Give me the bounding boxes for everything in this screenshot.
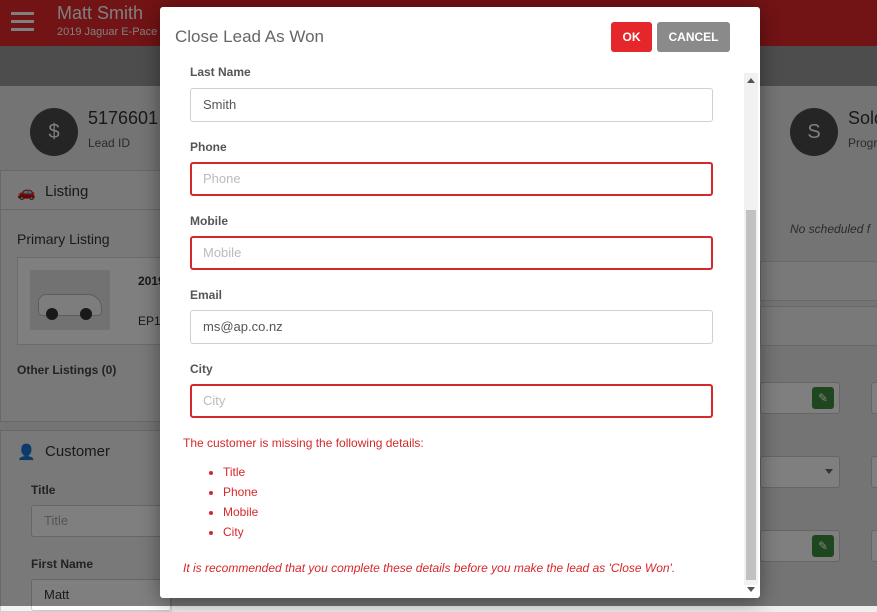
cancel-button[interactable]: CANCEL xyxy=(657,22,730,52)
missing-item: Phone xyxy=(223,485,258,499)
mobile-label: Mobile xyxy=(190,214,228,228)
scrollbar-thumb[interactable] xyxy=(746,210,756,580)
missing-details-list: Title Phone Mobile City xyxy=(183,465,258,545)
last-name-input[interactable]: Smith xyxy=(190,88,713,122)
last-name-label: Last Name xyxy=(190,67,251,79)
dialog-title: Close Lead As Won xyxy=(175,27,324,46)
missing-item: City xyxy=(223,525,258,539)
scroll-up-arrow-icon[interactable] xyxy=(747,78,755,83)
recommendation-text: It is recommended that you complete thes… xyxy=(183,561,676,575)
city-input[interactable]: City xyxy=(190,384,713,418)
missing-details-intro: The customer is missing the following de… xyxy=(183,436,424,450)
phone-label: Phone xyxy=(190,140,227,154)
scroll-down-arrow-icon[interactable] xyxy=(747,587,755,592)
ok-button[interactable]: OK xyxy=(611,22,652,52)
phone-input[interactable]: Phone xyxy=(190,162,713,196)
missing-item: Mobile xyxy=(223,505,258,519)
missing-item: Title xyxy=(223,465,258,479)
email-input[interactable]: ms@ap.co.nz xyxy=(190,310,713,344)
dialog-body[interactable]: Last Name Smith Phone Phone Mobile Mobil… xyxy=(160,67,744,598)
email-label: Email xyxy=(190,288,223,302)
city-label: City xyxy=(190,362,213,376)
close-lead-dialog: Close Lead As Won OK CANCEL Last Name Sm… xyxy=(160,7,760,598)
mobile-input[interactable]: Mobile xyxy=(190,236,713,270)
